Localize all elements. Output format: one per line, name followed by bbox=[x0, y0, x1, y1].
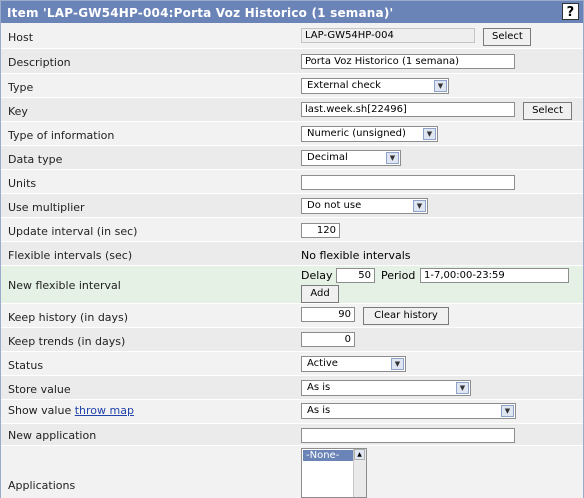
store-value-value: As is bbox=[307, 382, 331, 393]
flexible-intervals-value: No flexible intervals bbox=[301, 249, 411, 262]
form-title-text: Item 'LAP-GW54HP-004:Porta Voz Historico… bbox=[7, 6, 394, 20]
show-value-label: Show value bbox=[8, 404, 72, 417]
row-description: Description bbox=[1, 49, 583, 74]
show-value-select[interactable]: As is ▼ bbox=[301, 403, 516, 419]
units-field[interactable] bbox=[301, 175, 515, 190]
use-multiplier-select[interactable]: Do not use ▼ bbox=[301, 198, 428, 214]
applications-listbox[interactable]: -None- ▲ bbox=[301, 448, 367, 498]
type-select-value: External check bbox=[307, 80, 381, 91]
row-key: Key Select bbox=[1, 98, 583, 122]
status-value: Active bbox=[307, 358, 338, 369]
use-multiplier-label: Use multiplier bbox=[8, 201, 85, 214]
use-multiplier-value: Do not use bbox=[307, 200, 362, 211]
add-interval-button[interactable]: Add bbox=[301, 285, 339, 303]
keep-history-label: Keep history (in days) bbox=[8, 311, 129, 324]
row-keep-trends: Keep trends (in days) bbox=[1, 328, 583, 352]
clear-history-button[interactable]: Clear history bbox=[363, 307, 449, 325]
chevron-down-icon: ▼ bbox=[456, 382, 469, 394]
delay-field[interactable] bbox=[336, 268, 375, 283]
form-title: Item 'LAP-GW54HP-004:Porta Voz Historico… bbox=[1, 1, 583, 23]
chevron-down-icon: ▼ bbox=[501, 405, 514, 417]
host-field[interactable] bbox=[301, 28, 475, 43]
row-update-interval: Update interval (in sec) bbox=[1, 218, 583, 242]
type-of-information-label: Type of information bbox=[8, 129, 115, 142]
row-new-flexible-interval: New flexible interval Delay Period Add bbox=[1, 266, 583, 304]
keep-trends-field[interactable] bbox=[301, 332, 355, 347]
data-type-select[interactable]: Decimal ▼ bbox=[301, 150, 401, 166]
type-select[interactable]: External check ▼ bbox=[301, 78, 449, 94]
row-use-multiplier: Use multiplier Do not use ▼ bbox=[1, 194, 583, 218]
key-label: Key bbox=[8, 105, 28, 118]
type-of-information-value: Numeric (unsigned) bbox=[307, 128, 406, 139]
status-select[interactable]: Active ▼ bbox=[301, 356, 406, 372]
row-data-type: Data type Decimal ▼ bbox=[1, 146, 583, 170]
row-type: Type External check ▼ bbox=[1, 74, 583, 98]
row-applications: Applications bbox=[1, 446, 583, 498]
host-select-button[interactable]: Select bbox=[483, 28, 531, 46]
scroll-up-icon[interactable]: ▲ bbox=[354, 449, 365, 460]
row-flexible-intervals: Flexible intervals (sec) No flexible int… bbox=[1, 242, 583, 266]
row-type-of-information: Type of information Numeric (unsigned) ▼ bbox=[1, 122, 583, 146]
keep-trends-label: Keep trends (in days) bbox=[8, 335, 126, 348]
chevron-down-icon: ▼ bbox=[423, 128, 436, 140]
store-value-select[interactable]: As is ▼ bbox=[301, 380, 471, 396]
new-application-label: New application bbox=[8, 429, 97, 442]
row-show-value: Show value throw map As is ▼ bbox=[1, 400, 583, 424]
key-field[interactable] bbox=[301, 102, 515, 117]
chevron-down-icon: ▼ bbox=[413, 200, 426, 212]
row-new-application: New application bbox=[1, 424, 583, 446]
update-interval-field[interactable] bbox=[301, 223, 340, 238]
chevron-down-icon: ▼ bbox=[386, 152, 399, 164]
delay-label: Delay bbox=[301, 269, 333, 282]
data-type-label: Data type bbox=[8, 153, 63, 166]
new-flexible-interval-label: New flexible interval bbox=[8, 279, 121, 292]
listbox-scrollbar[interactable]: ▲ bbox=[353, 449, 366, 497]
throw-map-link[interactable]: throw map bbox=[75, 404, 134, 417]
chevron-down-icon: ▼ bbox=[434, 80, 447, 92]
period-label: Period bbox=[381, 269, 416, 282]
help-icon[interactable]: ? bbox=[562, 3, 579, 20]
row-host: Host Select bbox=[1, 23, 583, 49]
type-label: Type bbox=[8, 81, 34, 94]
item-form: Item 'LAP-GW54HP-004:Porta Voz Historico… bbox=[0, 0, 584, 498]
type-of-information-select[interactable]: Numeric (unsigned) ▼ bbox=[301, 126, 438, 142]
row-units: Units bbox=[1, 170, 583, 194]
store-value-label: Store value bbox=[8, 383, 71, 396]
row-status: Status Active ▼ bbox=[1, 352, 583, 376]
units-label: Units bbox=[8, 177, 37, 190]
flexible-intervals-label: Flexible intervals (sec) bbox=[8, 249, 133, 262]
update-interval-label: Update interval (in sec) bbox=[8, 225, 138, 238]
description-label: Description bbox=[8, 56, 71, 69]
host-label: Host bbox=[8, 31, 34, 44]
keep-history-field[interactable] bbox=[301, 307, 355, 322]
show-value-label-group: Show value throw map bbox=[8, 404, 134, 417]
chevron-down-icon: ▼ bbox=[391, 358, 404, 370]
description-field[interactable] bbox=[301, 54, 515, 69]
status-label: Status bbox=[8, 359, 44, 372]
key-select-button[interactable]: Select bbox=[523, 102, 572, 120]
applications-label: Applications bbox=[8, 479, 76, 492]
row-store-value: Store value As is ▼ bbox=[1, 376, 583, 400]
show-value-value: As is bbox=[307, 405, 331, 416]
new-application-field[interactable] bbox=[301, 428, 515, 443]
data-type-value: Decimal bbox=[307, 152, 348, 163]
row-keep-history: Keep history (in days) Clear history bbox=[1, 304, 583, 328]
period-field[interactable] bbox=[420, 268, 569, 283]
